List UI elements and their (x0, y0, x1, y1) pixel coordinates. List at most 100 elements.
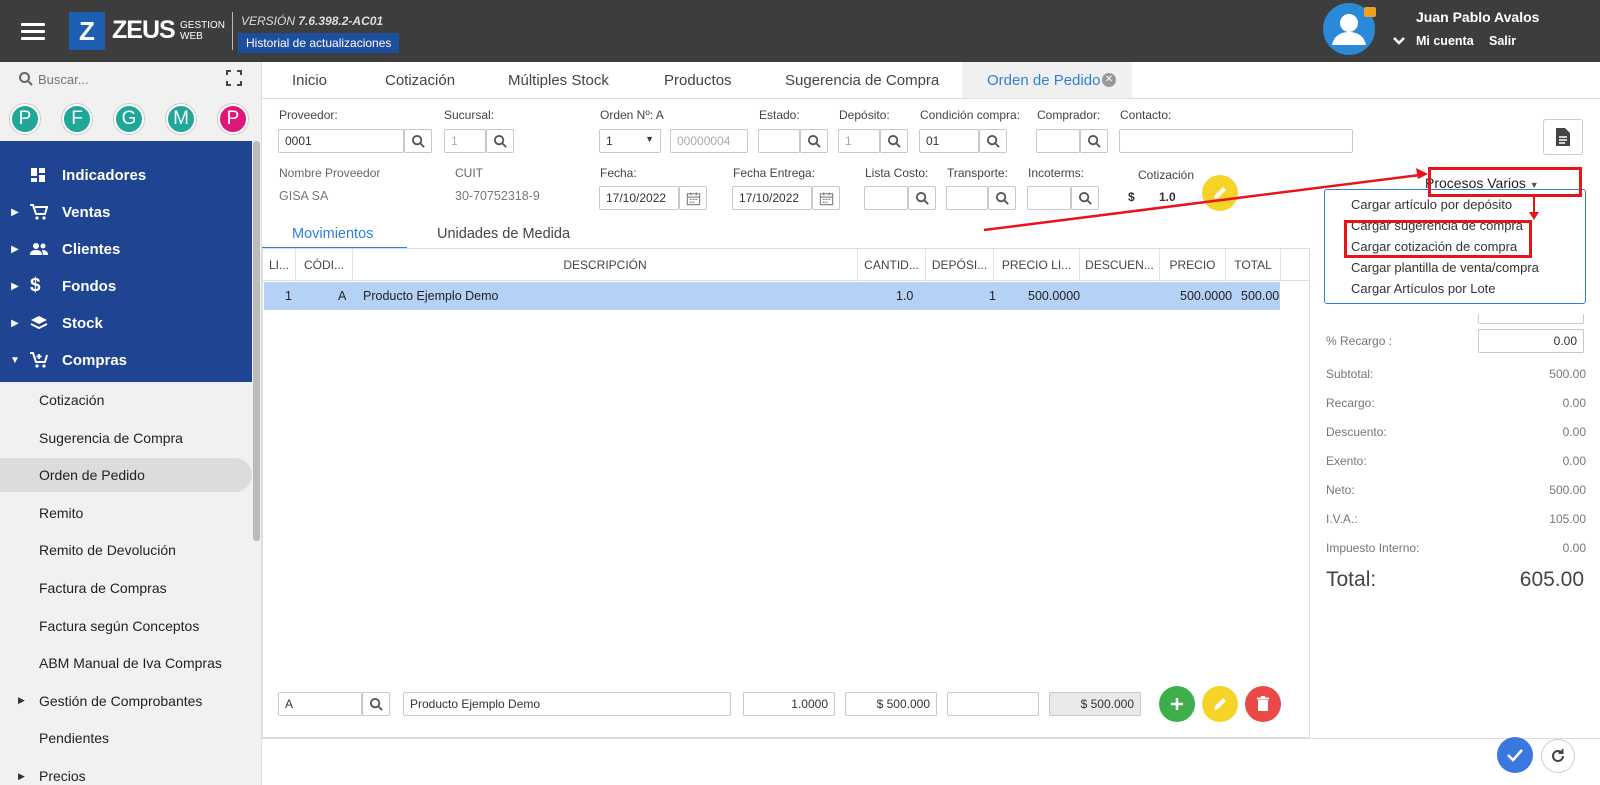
sidebar-scrollbar[interactable] (253, 141, 260, 541)
table-row[interactable]: 1 A Producto Ejemplo Demo 1.0 1 500.0000… (264, 282, 1280, 310)
refresh-button[interactable] (1541, 739, 1575, 773)
sidebar: PFGMP Indicadores ▶Ventas ▶Clientes ▶$Fo… (0, 62, 262, 785)
dashboard-icon (30, 167, 62, 183)
nav-label: Indicadores (62, 166, 147, 184)
nav-fondos[interactable]: ▶ $ Fondos (0, 267, 252, 305)
totals-row-value: 500.00 (1549, 483, 1586, 497)
user-name: Juan Pablo Avalos (1416, 9, 1540, 25)
quick-avatar[interactable]: P (10, 104, 40, 134)
totals-row: Neto: 500.00 (1326, 483, 1586, 497)
entry-code-input[interactable]: A (278, 692, 362, 716)
sidebar-subitem[interactable]: Factura de Compras (0, 571, 252, 605)
items-table: LI... CÓDI... DESCRIPCIÓN CANTID... DEPÓ… (262, 248, 1310, 738)
totals-row: Exento: 0.00 (1326, 454, 1586, 468)
totals-row: I.V.A.: 105.00 (1326, 512, 1586, 526)
brand-sub1: GESTION (180, 20, 226, 31)
compras-submenu: Cotización Sugerencia de Compra Orden de P… (0, 383, 252, 785)
sidebar-subitem-label: Gestión de Comprobantes (39, 692, 203, 709)
totals-row: Recargo: 0.00 (1326, 396, 1586, 410)
confirm-button[interactable] (1497, 737, 1533, 773)
nav-stock[interactable]: ▶ Stock (0, 304, 252, 342)
quick-avatar[interactable]: P (218, 104, 248, 134)
people-icon (30, 242, 62, 256)
totals-row-label: Exento: (1326, 454, 1367, 468)
totals-row-value: 0.00 (1562, 454, 1586, 468)
cell-total: 500.00 (1241, 289, 1280, 303)
sidebar-subitem[interactable]: Cotización (0, 383, 252, 417)
sidebar-subitem-label: Factura de Compras (39, 580, 167, 596)
logout-link[interactable]: Salir (1489, 34, 1516, 48)
nav-compras[interactable]: ▼ Compras (0, 341, 252, 379)
entry-code-search-button[interactable] (362, 692, 390, 716)
nav-label: Ventas (62, 203, 111, 221)
total-label: Total: (1326, 568, 1377, 591)
totals-row-label: I.V.A.: (1326, 512, 1358, 526)
sidebar-subitem[interactable]: Remito de Devolución (0, 533, 252, 567)
nav-clientes[interactable]: ▶ Clientes (0, 230, 252, 268)
delete-item-button[interactable] (1245, 686, 1281, 722)
sidebar-subitem[interactable]: ABM Manual de Iva Compras (0, 646, 252, 680)
sidebar-subitem[interactable]: Factura según Conceptos (0, 609, 252, 643)
fullscreen-icon[interactable] (226, 70, 242, 89)
main-content: Inicio Cotización Múltiples Stock Produc… (262, 62, 1600, 785)
sidebar-subitem[interactable]: Orden de Pedido (0, 458, 252, 493)
check-icon (1507, 749, 1523, 762)
nav-ventas[interactable]: ▶ Ventas (0, 193, 252, 231)
totals-row-label: Subtotal: (1326, 367, 1374, 381)
sidebar-subitem-label: Remito (39, 504, 84, 521)
add-item-button[interactable] (1159, 686, 1195, 722)
chevron-down-icon[interactable] (1392, 34, 1406, 48)
dollar-icon: $ (30, 275, 41, 296)
entry-quantity-input[interactable]: 1.0000 (743, 692, 835, 716)
quick-avatar[interactable]: F (62, 104, 92, 134)
entry-price-input[interactable]: $ 500.000 (845, 692, 937, 716)
totals-row: Descuento: 0.00 (1326, 425, 1586, 439)
sidebar-subitem[interactable]: Remito (0, 496, 252, 530)
logo: Z (69, 12, 105, 50)
brand-sub2: WEB (180, 31, 203, 42)
my-account-link[interactable]: Mi cuenta (1416, 34, 1474, 48)
cell-precio: 500.0000 (1180, 289, 1233, 303)
sidebar-subitem-label: Sugerencia de Compra (39, 429, 183, 446)
version-number: 7.6.398.2-AC01 (298, 14, 384, 28)
caret-right-icon: ▶ (18, 770, 25, 781)
entry-description-input[interactable]: Producto Ejemplo Demo (403, 692, 731, 716)
totals-row-label: Neto: (1326, 483, 1355, 497)
quick-access-avatars: PFGMP (10, 102, 250, 138)
nav-label: Stock (62, 314, 103, 332)
version-info: VERSIÓN 7.6.398.2-AC01 (241, 14, 383, 28)
sidebar-search-input[interactable] (38, 68, 208, 90)
brand-name: ZEUS (112, 16, 176, 44)
sidebar-subitem[interactable]: Pendientes (0, 721, 252, 755)
totals-row-label: Descuento: (1326, 425, 1387, 439)
version-label: VERSIÓN (241, 14, 296, 28)
totals-panel: % Recargo : 0.00 Subtotal: 500.00 Recargo:… (1326, 314, 1586, 654)
cart-plus-icon (30, 352, 62, 368)
cell-li: 1 (285, 289, 292, 303)
entry-discount-input[interactable] (947, 692, 1039, 716)
totals-row: Impuesto Interno: 0.00 (1326, 541, 1586, 555)
nav-label: Clientes (62, 240, 121, 258)
sidebar-subitem-label: Pendientes (39, 730, 110, 747)
totals-row-value: 105.00 (1549, 512, 1586, 526)
nav-indicadores[interactable]: Indicadores (0, 156, 252, 194)
search-icon (369, 697, 383, 711)
sidebar-subitem-label: Orden de Pedido (39, 467, 145, 484)
refresh-icon (1552, 749, 1564, 762)
quick-avatar[interactable]: M (166, 104, 196, 134)
recargo-input[interactable]: 0.00 (1478, 329, 1584, 353)
edit-item-button[interactable] (1202, 686, 1238, 722)
totals-rows: Subtotal: 500.00 Recargo: 0.00 Descuento: 0.0… (1326, 367, 1586, 577)
sidebar-subitem[interactable]: ▶ Gestión de Comprobantes (0, 684, 252, 718)
menu-icon[interactable] (21, 19, 47, 41)
cell-deposito: 1 (989, 289, 996, 303)
history-button[interactable]: Historial de actualizaciones (238, 33, 400, 53)
sidebar-subitem[interactable]: ▶ Precios (0, 759, 252, 785)
top-bar: Z ZEUS GESTION WEB VERSIÓN 7.6.398.2-AC0… (0, 0, 1600, 62)
quick-avatar[interactable]: G (114, 104, 144, 134)
cart-icon (30, 204, 62, 220)
cell-cantidad: 1.0 (896, 289, 914, 303)
sidebar-subitem[interactable]: Sugerencia de Compra (0, 421, 252, 455)
procesos-menu-item[interactable]: Cargar Artículos por Lote (1325, 278, 1585, 299)
totals-row-value: 0.00 (1562, 425, 1586, 439)
